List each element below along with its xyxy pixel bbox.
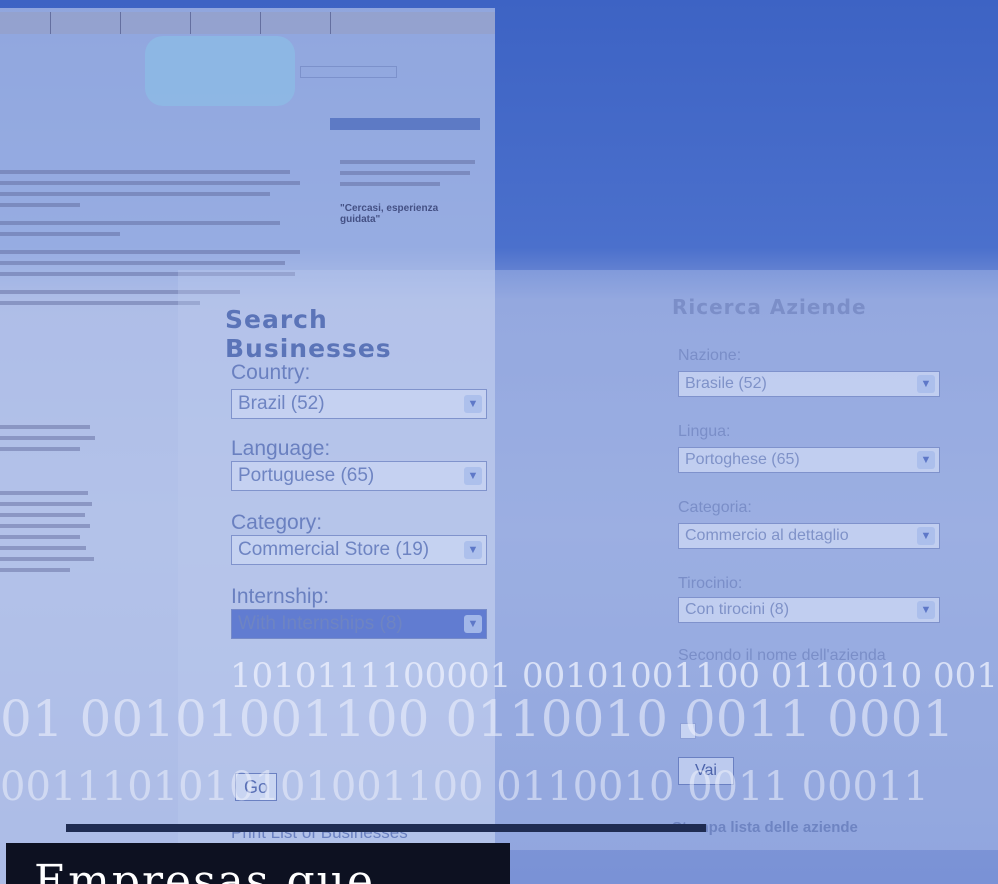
ghost-search-box	[300, 66, 397, 78]
ghost-sidebar-text	[340, 160, 480, 193]
caption-box: Empresas que	[6, 843, 510, 884]
category-label: Category:	[231, 511, 323, 534]
language-label: Language:	[231, 437, 331, 460]
internship-label: Internship:	[231, 585, 330, 608]
categoria-select[interactable]: Commercio al dettaglio ▼	[678, 523, 940, 549]
chevron-down-icon: ▼	[464, 467, 482, 485]
chevron-down-icon: ▼	[917, 375, 935, 393]
ricerca-aziende-title: Ricerca Aziende	[672, 295, 867, 319]
tirocinio-label: Tirocinio:	[678, 575, 743, 592]
divider-bar	[66, 824, 706, 832]
tirocinio-select[interactable]: Con tirocini (8) ▼	[678, 597, 940, 623]
lingua-select[interactable]: Portoghese (65) ▼	[678, 447, 940, 473]
chevron-down-icon: ▼	[464, 541, 482, 559]
chevron-down-icon: ▼	[464, 395, 482, 413]
chevron-down-icon: ▼	[917, 527, 935, 545]
binary-line-3: 0011101010101001100 0110010 0011 00011	[0, 764, 929, 810]
ghost-sidebar-bold: "Cercasi, esperienza guidata"	[340, 203, 439, 225]
ricerca-aziende-form: Ricerca Aziende Nazione: Brasile (52) ▼ …	[672, 295, 998, 845]
nazione-select[interactable]: Brasile (52) ▼	[678, 371, 940, 397]
country-select[interactable]: Brazil (52) ▼	[231, 389, 487, 419]
chevron-down-icon: ▼	[917, 601, 935, 619]
lingua-label: Lingua:	[678, 423, 731, 440]
ghost-nav-bar	[0, 12, 495, 34]
categoria-label: Categoria:	[678, 499, 752, 516]
binary-line-2: 01 00101001100 0110010 0011 0001	[0, 690, 955, 748]
caption-text: Empresas que	[34, 856, 376, 884]
internship-select[interactable]: With Internships (8) ▼	[231, 609, 487, 639]
nazione-label: Nazione:	[678, 347, 742, 364]
category-select[interactable]: Commercial Store (19) ▼	[231, 535, 487, 565]
language-select[interactable]: Portuguese (65) ▼	[231, 461, 487, 491]
ghost-banner-image	[145, 36, 295, 106]
chevron-down-icon: ▼	[917, 451, 935, 469]
search-businesses-title: Search Businesses	[225, 305, 392, 363]
chevron-down-icon: ▼	[464, 615, 482, 633]
ghost-sidebar-header	[330, 118, 480, 130]
ghost-left-column	[0, 425, 100, 579]
country-label: Country:	[231, 361, 311, 384]
